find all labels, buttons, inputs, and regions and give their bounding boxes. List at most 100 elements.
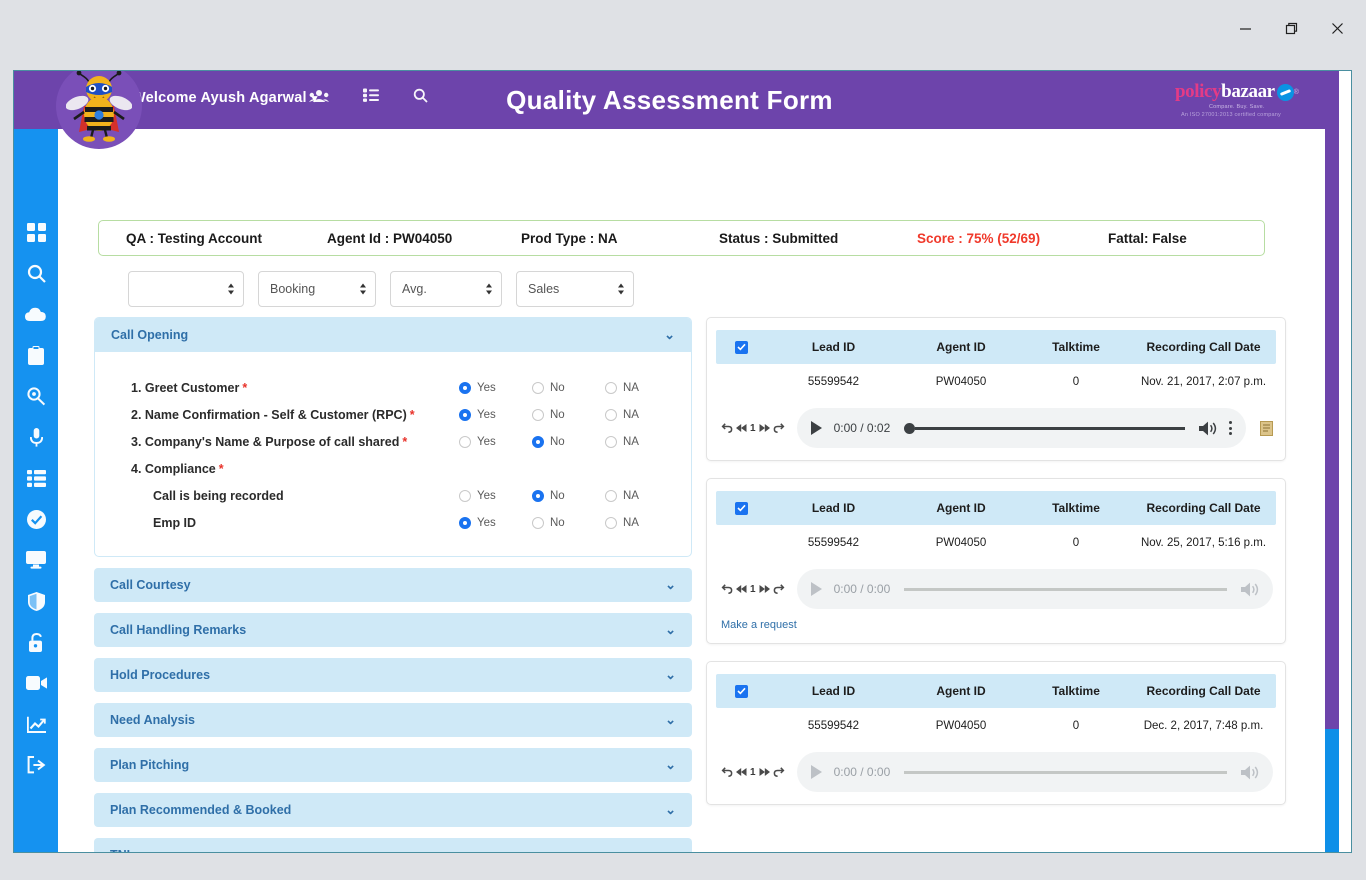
filter-booking-select[interactable]: Booking (258, 271, 376, 307)
option-na[interactable]: NA (605, 516, 678, 529)
filter-avg-select[interactable]: Avg. (390, 271, 502, 307)
accordion-header-need-analysis[interactable]: Need Analysis ⌄ (94, 703, 692, 737)
option-no[interactable]: No (532, 516, 605, 529)
play-icon[interactable] (810, 765, 822, 779)
sidebar-item-unlock[interactable] (28, 631, 45, 653)
radio-na[interactable] (605, 381, 617, 394)
radio-yes[interactable] (459, 381, 471, 394)
option-no[interactable]: No (532, 489, 605, 502)
rewind-icon[interactable] (736, 584, 747, 594)
option-yes[interactable]: Yes (459, 516, 532, 529)
maximize-icon[interactable] (1268, 8, 1314, 48)
sidebar-item-monitor[interactable] (26, 549, 46, 571)
radio-na[interactable] (605, 435, 617, 448)
scrollbar-track[interactable] (1339, 71, 1351, 852)
search-icon[interactable] (413, 88, 428, 103)
sidebar-item-table[interactable] (26, 467, 46, 489)
sidebar-item-microphone[interactable] (29, 426, 43, 448)
redo-icon[interactable] (773, 766, 785, 778)
close-icon[interactable] (1314, 8, 1360, 48)
playback-speed[interactable]: 1 (750, 584, 756, 595)
accordion-header-plan-recommended-booked[interactable]: Plan Recommended & Booked ⌄ (94, 793, 692, 827)
radio-yes[interactable] (459, 516, 471, 529)
audio-progress-slider[interactable] (904, 422, 1185, 434)
sidebar-item-check-circle[interactable] (26, 508, 46, 530)
minimize-icon[interactable] (1222, 8, 1268, 48)
radio-no[interactable] (532, 516, 544, 529)
playback-speed[interactable]: 1 (750, 423, 756, 434)
audio-progress-slider[interactable] (904, 770, 1227, 774)
play-icon[interactable] (810, 421, 822, 435)
option-na[interactable]: NA (605, 489, 678, 502)
select-all-checkbox[interactable] (716, 501, 766, 515)
audio-control-bar[interactable]: 0:00 / 0:02 (796, 408, 1246, 448)
fast-forward-icon[interactable] (759, 767, 770, 777)
sidebar-item-cloud[interactable] (25, 303, 47, 325)
sidebar-item-video[interactable] (25, 672, 47, 694)
filter-sales-select[interactable]: Sales (516, 271, 634, 307)
document-icon[interactable] (1260, 420, 1273, 436)
radio-no[interactable] (532, 408, 544, 421)
radio-yes[interactable] (459, 435, 471, 448)
undo-icon[interactable] (721, 422, 733, 434)
slider-track[interactable] (904, 770, 1227, 774)
undo-icon[interactable] (721, 583, 733, 595)
audio-control-bar[interactable]: 0:00 / 0:00 (796, 752, 1273, 792)
accordion-header-call-handling-remarks[interactable]: Call Handling Remarks ⌄ (94, 613, 692, 647)
volume-icon[interactable] (1241, 582, 1259, 597)
option-no[interactable]: No (532, 408, 605, 421)
radio-na[interactable] (605, 516, 617, 529)
sidebar-item-logout[interactable] (27, 754, 46, 776)
audio-progress-slider[interactable] (904, 587, 1227, 591)
fast-forward-icon[interactable] (759, 423, 770, 433)
sidebar-item-clipboard[interactable] (28, 344, 44, 366)
sidebar-item-audit-search[interactable] (26, 385, 46, 407)
option-no[interactable]: No (532, 435, 605, 448)
radio-yes[interactable] (459, 489, 471, 502)
option-yes[interactable]: Yes (459, 408, 532, 421)
slider-track[interactable] (915, 426, 1185, 430)
radio-no[interactable] (532, 435, 544, 448)
select-all-checkbox[interactable] (716, 340, 766, 354)
sidebar-item-search[interactable] (27, 262, 46, 284)
radio-yes[interactable] (459, 408, 471, 421)
option-na[interactable]: NA (605, 408, 678, 421)
undo-icon[interactable] (721, 766, 733, 778)
volume-icon[interactable] (1241, 765, 1259, 780)
option-yes[interactable]: Yes (459, 381, 532, 394)
audio-control-bar[interactable]: 0:00 / 0:00 (796, 569, 1273, 609)
option-yes[interactable]: Yes (459, 489, 532, 502)
accordion-header-call-opening[interactable]: Call Opening ⌄ (95, 318, 691, 352)
welcome-user-menu[interactable]: Welcome Ayush Agarwal ▾ (132, 90, 318, 106)
option-yes[interactable]: Yes (459, 435, 532, 448)
option-na[interactable]: NA (605, 381, 678, 394)
option-na[interactable]: NA (605, 435, 678, 448)
radio-no[interactable] (532, 489, 544, 502)
fast-forward-icon[interactable] (759, 584, 770, 594)
overflow-menu-icon[interactable] (1229, 421, 1232, 435)
accordion-header-plan-pitching[interactable]: Plan Pitching ⌄ (94, 748, 692, 782)
slider-knob[interactable] (904, 422, 916, 434)
radio-no[interactable] (532, 381, 544, 394)
accordion-header-hold-procedures[interactable]: Hold Procedures ⌄ (94, 658, 692, 692)
redo-icon[interactable] (773, 583, 785, 595)
list-icon[interactable] (363, 88, 379, 103)
filter-blank-select[interactable] (128, 271, 244, 307)
option-no[interactable]: No (532, 381, 605, 394)
playback-speed[interactable]: 1 (750, 767, 756, 778)
accordion-header-tni[interactable]: TNI ⌄ (94, 838, 692, 852)
select-all-checkbox[interactable] (716, 684, 766, 698)
scrollbar-thumb-purple[interactable] (1325, 71, 1339, 729)
accordion-header-call-courtesy[interactable]: Call Courtesy ⌄ (94, 568, 692, 602)
sidebar-item-dashboard[interactable] (26, 221, 46, 243)
make-a-request-link[interactable]: Make a request (707, 609, 1285, 631)
sidebar-item-analytics[interactable] (26, 713, 46, 735)
radio-na[interactable] (605, 489, 617, 502)
volume-icon[interactable] (1199, 421, 1217, 436)
scrollbar-thumb-blue[interactable] (1325, 729, 1339, 852)
group-icon[interactable] (309, 89, 329, 103)
sidebar-item-shield[interactable] (27, 590, 45, 612)
rewind-icon[interactable] (736, 423, 747, 433)
slider-track[interactable] (904, 587, 1227, 591)
rewind-icon[interactable] (736, 767, 747, 777)
